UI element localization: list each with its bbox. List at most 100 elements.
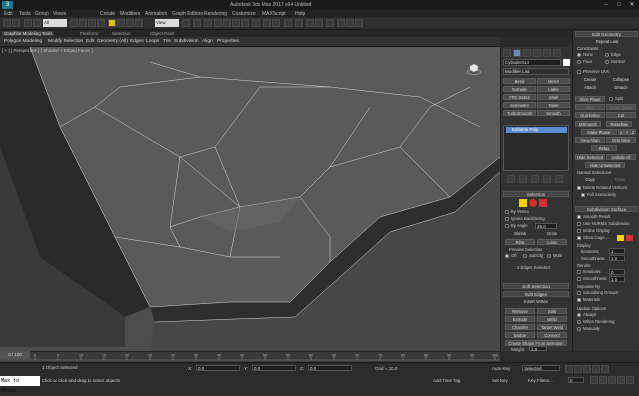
smoothing-groups-checkbox[interactable]: [577, 291, 581, 295]
paste-button[interactable]: Paste: [607, 177, 633, 183]
split-checkbox[interactable]: [609, 97, 613, 101]
pan-icon[interactable]: [608, 376, 616, 384]
minimize-button[interactable]: –: [600, 1, 612, 9]
tab-freeform[interactable]: Freeform: [80, 31, 98, 36]
z-coord-field[interactable]: 0.0: [308, 365, 352, 371]
ribbon-edges[interactable]: Edges: [130, 39, 144, 44]
key-filters-button[interactable]: Key Filters...: [528, 378, 553, 383]
collapse-button[interactable]: Collapse: [606, 77, 636, 83]
target-weld-button[interactable]: Target Weld: [537, 324, 567, 330]
tab-object-paint[interactable]: Object Paint: [150, 31, 175, 36]
update-manually-radio[interactable]: [577, 327, 581, 331]
use-nurms-checkbox[interactable]: [577, 222, 581, 226]
full-interactivity-checkbox[interactable]: [581, 193, 585, 197]
quickslice-button[interactable]: QuickSlice: [575, 112, 605, 118]
object-color-swatch[interactable]: [563, 59, 570, 66]
reference-coordinate-dropdown[interactable]: View: [155, 19, 179, 27]
place-icon[interactable]: [135, 19, 143, 27]
ribbon-polygon-modeling[interactable]: Polygon Modeling: [4, 39, 42, 44]
relax-button[interactable]: Relax: [591, 145, 617, 151]
tessellate-button[interactable]: Tessellate: [606, 121, 632, 127]
mirror-button[interactable]: Mirror: [537, 78, 570, 84]
set-key-button[interactable]: Set Key: [492, 378, 508, 383]
named-selection-icon[interactable]: [252, 19, 260, 27]
constraint-edge-radio[interactable]: [605, 53, 609, 57]
cage-selection-color-swatch[interactable]: [626, 235, 633, 241]
selection-rollout-header[interactable]: Selection: [503, 191, 569, 197]
previous-frame-icon[interactable]: [574, 365, 582, 373]
align-icon[interactable]: [272, 19, 280, 27]
extrude-edge-button[interactable]: Extrude: [505, 316, 535, 322]
play-icon[interactable]: [583, 365, 591, 373]
scale-icon[interactable]: [126, 19, 134, 27]
render-setup-icon[interactable]: [337, 19, 345, 27]
mirror-icon[interactable]: [263, 19, 271, 27]
turbosmooth-button[interactable]: TurboSmooth: [503, 110, 536, 116]
region-select-icon[interactable]: [88, 19, 96, 27]
connect-button[interactable]: Connect: [537, 332, 567, 338]
edit-geometry-rollout[interactable]: Edit Geometry: [575, 31, 638, 37]
create-tab-icon[interactable]: [503, 49, 511, 57]
ring-button[interactable]: Ring: [505, 239, 535, 245]
window-crossing-icon[interactable]: [97, 19, 105, 27]
percent-snap-icon[interactable]: [232, 19, 240, 27]
taper-button[interactable]: Taper: [537, 102, 570, 108]
show-end-result-icon[interactable]: [519, 175, 527, 183]
ribbon-properties[interactable]: Properties: [217, 39, 239, 44]
isoline-display-checkbox[interactable]: [577, 229, 581, 233]
go-to-end-icon[interactable]: [601, 365, 609, 373]
select-by-name-icon[interactable]: [79, 19, 87, 27]
ribbon-geometry-all[interactable]: Geometry (All): [97, 39, 128, 44]
motion-tab-icon[interactable]: [533, 49, 541, 57]
material-editor-icon[interactable]: [326, 19, 334, 27]
display-tab-icon[interactable]: [543, 49, 551, 57]
remove-button[interactable]: Remove: [505, 308, 535, 314]
repeat-last-button[interactable]: Repeat Last: [587, 39, 627, 45]
schematic-view-icon[interactable]: [315, 19, 323, 27]
utilities-tab-icon[interactable]: [553, 49, 561, 57]
chamfer-button[interactable]: Chamfer: [505, 324, 535, 330]
preview-off-radio[interactable]: [505, 254, 509, 258]
preview-subobj-radio[interactable]: [523, 254, 527, 258]
link-icon[interactable]: [24, 19, 32, 27]
tab-graphite-modeling-tools[interactable]: Graphite Modeling Tools: [2, 31, 55, 36]
smooth-button[interactable]: Smooth: [537, 110, 570, 116]
hierarchy-tab-icon[interactable]: [523, 49, 531, 57]
view-align-button[interactable]: View Align: [575, 137, 605, 143]
orbit-icon[interactable]: [617, 376, 625, 384]
ribbon-tris[interactable]: Tris: [163, 39, 171, 44]
ribbon-align[interactable]: Align: [202, 39, 213, 44]
msmooth-button[interactable]: MSmooth: [575, 121, 601, 127]
pin-stack-icon[interactable]: [507, 175, 515, 183]
app-logo-icon[interactable]: 3: [2, 1, 13, 9]
render-iterations-spinner[interactable]: 0: [609, 269, 625, 275]
render-smoothness-checkbox[interactable]: [577, 277, 581, 281]
current-frame-field[interactable]: 0: [568, 377, 584, 383]
layer-icon[interactable]: [284, 19, 292, 27]
tab-selection[interactable]: Selection: [112, 31, 131, 36]
next-frame-icon[interactable]: [592, 365, 600, 373]
zoom-icon[interactable]: [590, 376, 598, 384]
preview-multi-radio[interactable]: [547, 254, 551, 258]
shrink-button[interactable]: Shrink: [505, 231, 535, 237]
extrude-button[interactable]: Extrude: [503, 86, 536, 92]
delete-isolated-checkbox[interactable]: [577, 186, 581, 190]
ribbon-loops[interactable]: Loops: [146, 39, 159, 44]
detach-button[interactable]: Detach: [606, 85, 636, 91]
grid-align-button[interactable]: Grid Align: [606, 137, 636, 143]
add-time-tag[interactable]: Add Time Tag: [433, 378, 460, 383]
object-name-field[interactable]: Cylinder014: [503, 59, 561, 66]
select-manipulate-icon[interactable]: [193, 19, 201, 27]
ribbon-subdivision[interactable]: Subdivision: [174, 39, 199, 44]
perspective-viewport[interactable]: [ + ] [ Perspective ] [ Shaded + Edged F…: [0, 47, 500, 351]
stack-item-editable-poly[interactable]: Editable Poly: [506, 127, 567, 133]
y-coord-field[interactable]: 0.0: [252, 365, 296, 371]
remove-modifier-icon[interactable]: [543, 175, 551, 183]
auto-key-button[interactable]: Auto Key: [492, 366, 510, 371]
curve-editor-icon[interactable]: [306, 19, 314, 27]
snap-icon[interactable]: [214, 19, 222, 27]
grow-button[interactable]: Grow: [537, 231, 567, 237]
weight-spinner[interactable]: 1.0: [529, 346, 547, 352]
redo-icon[interactable]: [12, 19, 20, 27]
hide-selected-button[interactable]: Hide Selected: [575, 154, 605, 160]
